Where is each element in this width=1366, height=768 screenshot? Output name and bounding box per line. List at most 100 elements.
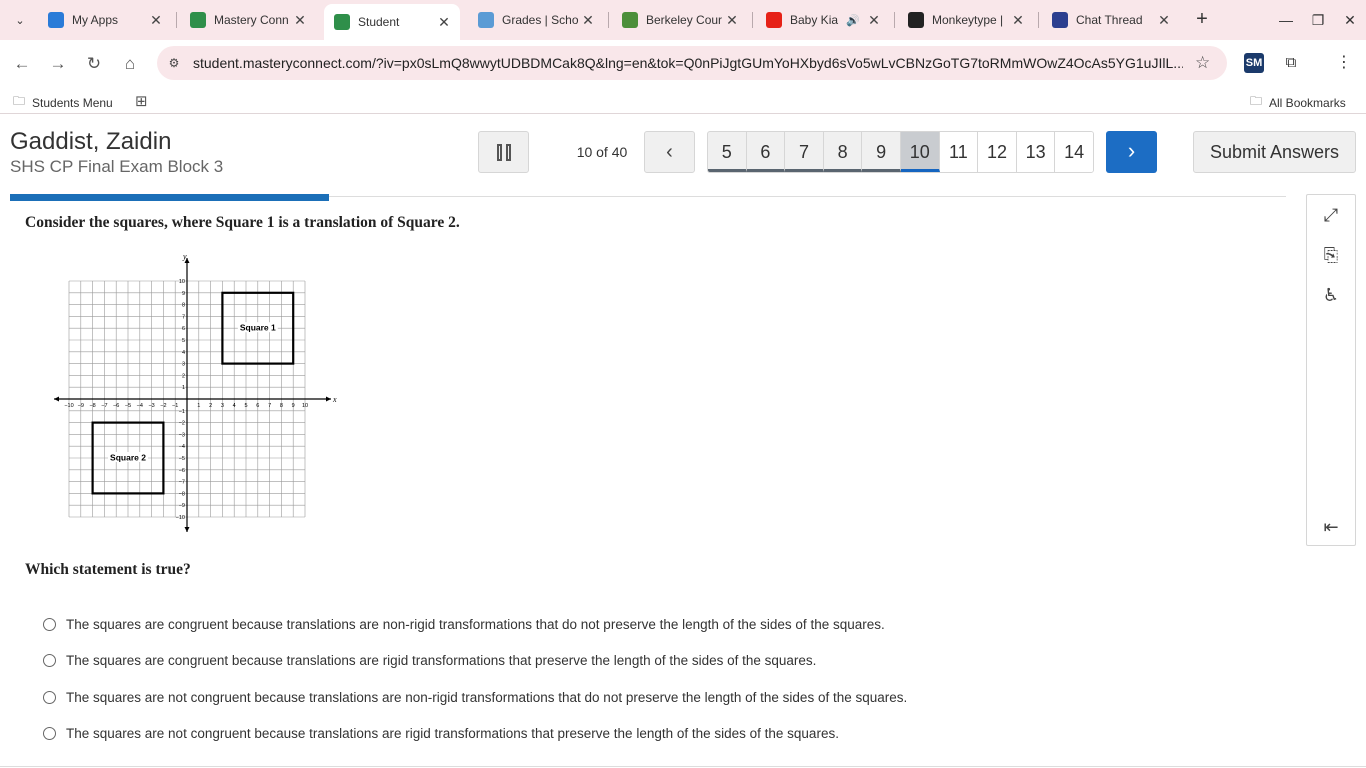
y-tick-label: 2 xyxy=(182,373,185,379)
bookmark-label: All Bookmarks xyxy=(1269,95,1346,110)
tab-separator xyxy=(752,12,753,28)
close-tab-icon[interactable]: ✕ xyxy=(1156,12,1172,28)
answer-choice[interactable]: The squares are congruent because transl… xyxy=(43,653,816,668)
y-tick-label: −1 xyxy=(179,409,185,415)
new-tab-icon[interactable]: + xyxy=(1192,9,1212,29)
next-question-button[interactable]: › xyxy=(1106,131,1157,173)
y-tick-label: 8 xyxy=(182,303,185,309)
extensions-puzzle-icon[interactable]: ⧉ xyxy=(1281,53,1301,73)
y-tick-label: 10 xyxy=(179,279,185,285)
x-tick-label: −1 xyxy=(172,403,178,409)
close-tab-icon[interactable]: ✕ xyxy=(148,12,164,28)
x-tick-label: −3 xyxy=(148,403,154,409)
question-stem: Consider the squares, where Square 1 is … xyxy=(25,214,460,231)
browser-tab[interactable]: Grades | Scho ✕ xyxy=(468,6,604,34)
x-tick-label: 3 xyxy=(221,403,224,409)
browser-tab[interactable]: Monkeytype | ✕ xyxy=(898,6,1034,34)
tab-label: Chat Thread xyxy=(1076,13,1143,27)
tab-label: Mastery Conn xyxy=(214,13,289,27)
answer-radio[interactable] xyxy=(43,618,56,631)
browser-tab[interactable]: Mastery Conn ✕ xyxy=(180,6,316,34)
y-tick-label: −3 xyxy=(179,432,185,438)
close-tab-icon[interactable]: ✕ xyxy=(580,12,596,28)
question-prompt: Which statement is true? xyxy=(25,561,191,578)
mastery-connect-icon xyxy=(190,12,206,28)
y-axis-arrow-bottom xyxy=(184,527,190,532)
close-window-icon[interactable]: ✕ xyxy=(1338,8,1362,32)
chat-icon xyxy=(1052,12,1068,28)
answer-choice[interactable]: The squares are not congruent because tr… xyxy=(43,726,839,741)
question-number-button[interactable]: 14 xyxy=(1055,132,1093,172)
close-tab-icon[interactable]: ✕ xyxy=(1010,12,1026,28)
x-tick-label: 8 xyxy=(280,403,283,409)
tab-label: Baby Kia xyxy=(790,13,839,27)
exam-name: SHS CP Final Exam Block 3 xyxy=(10,157,224,176)
apps-grid-icon[interactable]: ⊞ xyxy=(135,92,155,110)
x-tick-label: −2 xyxy=(160,403,166,409)
browser-tab[interactable]: My Apps ✕ xyxy=(38,6,172,34)
x-tick-label: 2 xyxy=(209,403,212,409)
tab-search-icon[interactable]: ⌄ xyxy=(8,9,32,31)
question-number-button[interactable]: 6 xyxy=(746,132,786,172)
site-info-icon[interactable]: ⚙ xyxy=(165,54,183,72)
answer-radio[interactable] xyxy=(43,691,56,704)
browser-tab[interactable]: Chat Thread ✕ xyxy=(1042,6,1180,34)
answer-choice-text: The squares are not congruent because tr… xyxy=(66,726,839,741)
browser-tab[interactable]: Berkeley Cour ✕ xyxy=(612,6,748,34)
minimize-icon[interactable]: — xyxy=(1274,8,1298,32)
y-tick-label: 4 xyxy=(182,350,185,356)
tab-separator xyxy=(176,12,177,28)
x-tick-label: 7 xyxy=(268,403,271,409)
x-axis-label: x xyxy=(332,395,337,404)
mastery-connect-icon xyxy=(334,14,350,30)
question-number-button[interactable]: 5 xyxy=(708,132,747,172)
previous-question-button[interactable]: ‹ xyxy=(644,131,695,173)
extension-sm-icon[interactable]: SM xyxy=(1244,53,1264,73)
line-reader-icon[interactable]: ⎘ xyxy=(1318,242,1344,268)
my-apps-icon xyxy=(48,12,64,28)
answer-radio[interactable] xyxy=(43,727,56,740)
answer-choice[interactable]: The squares are not congruent because tr… xyxy=(43,690,907,705)
y-tick-label: 1 xyxy=(182,385,185,391)
close-tab-icon[interactable]: ✕ xyxy=(292,12,308,28)
close-tab-icon[interactable]: ✕ xyxy=(724,12,740,28)
question-number-button[interactable]: 8 xyxy=(823,132,863,172)
pause-button[interactable] xyxy=(478,131,529,173)
bookmark-star-icon[interactable]: ☆ xyxy=(1195,53,1210,73)
question-number-button[interactable]: 11 xyxy=(939,132,979,172)
question-number-button[interactable]: 7 xyxy=(785,132,824,172)
reload-icon[interactable]: ↻ xyxy=(82,52,106,76)
answer-choice[interactable]: The squares are congruent because transl… xyxy=(43,617,885,632)
schoology-icon xyxy=(478,12,494,28)
question-number-button[interactable]: 13 xyxy=(1016,132,1056,172)
y-tick-label: −5 xyxy=(179,456,185,462)
browser-tab[interactable]: Student ✕ xyxy=(324,4,460,40)
question-number-button[interactable]: 12 xyxy=(978,132,1017,172)
accessibility-icon[interactable]: ♿ xyxy=(1318,282,1344,308)
forward-icon[interactable]: → xyxy=(46,52,70,76)
tab-separator xyxy=(1038,12,1039,28)
close-tab-icon[interactable]: ✕ xyxy=(866,12,882,28)
url-text[interactable]: student.masteryconnect.com/?iv=px0sLmQ8w… xyxy=(193,54,1183,72)
y-tick-label: −10 xyxy=(176,515,185,521)
back-icon[interactable]: ← xyxy=(10,52,34,76)
x-tick-label: −4 xyxy=(137,403,143,409)
bookmark-students-menu[interactable]: 🗀 Students Menu xyxy=(13,92,113,113)
answer-radio[interactable] xyxy=(43,654,56,667)
close-tab-icon[interactable]: ✕ xyxy=(436,14,452,30)
folder-icon: 🗀 xyxy=(1250,94,1263,108)
browser-menu-icon[interactable]: ⋮ xyxy=(1334,53,1354,73)
browser-tab[interactable]: Baby Kia 🔊 ✕ xyxy=(756,6,890,34)
home-icon[interactable]: ⌂ xyxy=(118,52,142,76)
expand-icon[interactable]: ⤢ xyxy=(1318,202,1344,228)
submit-answers-button[interactable]: Submit Answers xyxy=(1193,131,1356,173)
bookmark-all-bookmarks[interactable]: 🗀 All Bookmarks xyxy=(1250,92,1346,113)
x-tick-label: 6 xyxy=(256,403,259,409)
restore-icon[interactable]: ❐ xyxy=(1306,8,1330,32)
tab-label: Monkeytype | xyxy=(932,13,1004,27)
audio-playing-icon[interactable]: 🔊 xyxy=(846,14,860,27)
collapse-panel-icon[interactable]: ⇤ xyxy=(1318,514,1344,540)
x-tick-label: 10 xyxy=(302,403,308,409)
question-number-button[interactable]: 10 xyxy=(901,132,940,172)
question-number-button[interactable]: 9 xyxy=(862,132,901,172)
